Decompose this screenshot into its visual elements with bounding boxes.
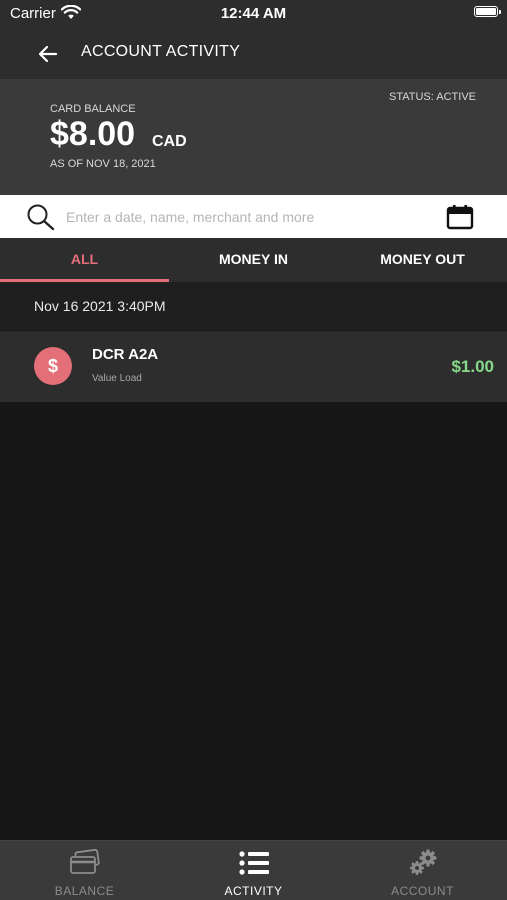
dollar-icon: $	[34, 347, 72, 385]
battery-tip	[499, 10, 501, 14]
nav-balance[interactable]: BALANCE	[0, 841, 169, 900]
balance-amount: $8.00	[50, 115, 136, 153]
tab-money-in[interactable]: MONEY IN	[169, 238, 338, 282]
tab-all[interactable]: ALL	[0, 238, 169, 282]
transaction-row[interactable]: $ DCR A2A Value Load $1.00	[0, 331, 507, 402]
date-group-label: Nov 16 2021 3:40PM	[34, 298, 166, 314]
clock: 12:44 AM	[220, 5, 287, 22]
nav-account-label: ACCOUNT	[391, 884, 454, 898]
nav-account[interactable]: ACCOUNT	[338, 841, 507, 900]
card-status: STATUS: ACTIVE	[389, 91, 476, 103]
battery-icon	[474, 6, 498, 17]
balance-as-of-date: AS OF NOV 18, 2021	[50, 158, 156, 170]
back-arrow-icon[interactable]	[36, 42, 60, 66]
account-activity-screen: Carrier 12:44 AM ACCOUNT ACTIVITY CARD B…	[0, 0, 507, 900]
nav-balance-label: BALANCE	[54, 884, 115, 898]
search-icon	[27, 204, 55, 231]
list-icon	[238, 851, 269, 875]
nav-activity-label: ACTIVITY	[224, 884, 283, 898]
card-icon	[69, 849, 100, 874]
date-group-header: Nov 16 2021 3:40PM	[0, 282, 507, 330]
activity-tabs: ALL MONEY IN MONEY OUT	[0, 238, 507, 282]
nav-activity[interactable]: ACTIVITY	[169, 841, 338, 900]
card-balance-label: CARD BALANCE	[50, 103, 136, 115]
transaction-amount: $1.00	[451, 357, 494, 376]
balance-panel: CARD BALANCE $8.00 CAD AS OF NOV 18, 202…	[0, 79, 507, 195]
tab-money-out[interactable]: MONEY OUT	[338, 238, 507, 282]
balance-currency: CAD	[152, 133, 187, 150]
gear-icon	[409, 849, 436, 875]
search-bar	[0, 195, 507, 238]
status-bar: Carrier 12:44 AM	[0, 0, 507, 30]
calendar-icon[interactable]	[446, 204, 474, 230]
page-title: ACCOUNT ACTIVITY	[81, 43, 241, 60]
transaction-name: DCR A2A	[92, 346, 159, 363]
top-bar: Carrier 12:44 AM ACCOUNT ACTIVITY	[0, 0, 507, 79]
transaction-type: Value Load	[92, 373, 142, 384]
bottom-nav: BALANCE ACTIVITY ACCOUNT	[0, 840, 507, 900]
search-input[interactable]	[64, 201, 428, 233]
